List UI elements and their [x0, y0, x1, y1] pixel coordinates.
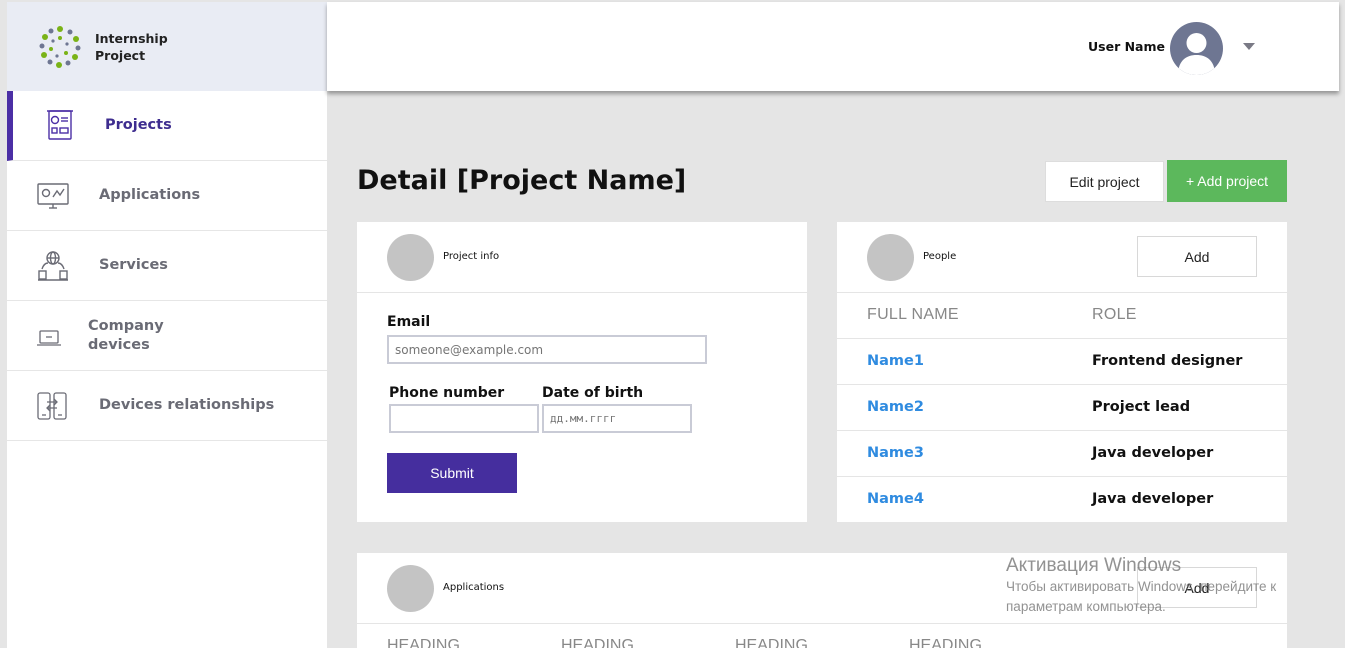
table-row: Name2 Project lead	[837, 384, 1287, 430]
sidebar-item-devices-relationships[interactable]: Devices relationships	[7, 371, 327, 441]
applications-card: Applications Add HEADING HEADING HEADING…	[357, 553, 1287, 648]
project-info-card: Project info Email Phone number Date of …	[357, 222, 807, 522]
app-logo-text: Internship Project	[95, 30, 168, 64]
sidebar: Internship Project Projects Applications	[7, 2, 327, 648]
sidebar-item-label: Services	[99, 257, 168, 273]
sidebar-item-label: Company devices	[88, 318, 164, 353]
sidebar-item-applications[interactable]: Applications	[7, 161, 327, 231]
chevron-down-icon[interactable]	[1243, 43, 1255, 50]
card-header: Project info	[357, 222, 807, 293]
page-title: Detail [Project Name]	[357, 165, 687, 196]
card-avatar	[387, 565, 434, 612]
column-header-full-name[interactable]: FULL NAME	[867, 306, 959, 324]
company-devices-laptop-icon	[37, 330, 61, 346]
card-header: People Add	[837, 222, 1287, 293]
add-person-button[interactable]: Add	[1137, 236, 1257, 277]
avatar[interactable]	[1170, 22, 1223, 75]
person-role: Frontend designer	[1092, 353, 1243, 369]
people-card: People Add FULL NAME ROLE Name1 Frontend…	[837, 222, 1287, 522]
logo-line-2: Project	[95, 48, 146, 63]
dob-label: Date of birth	[542, 385, 644, 401]
sidebar-item-company-devices[interactable]: Company devices	[7, 301, 327, 371]
column-header[interactable]: HEADING	[909, 637, 982, 648]
card-title: Project info	[443, 251, 500, 262]
person-role: Java developer	[1092, 491, 1214, 507]
logo-area[interactable]: Internship Project	[7, 2, 327, 91]
phone-label: Phone number	[389, 385, 505, 401]
card-title: Applications	[443, 582, 505, 593]
sidebar-item-label: Applications	[99, 187, 201, 203]
person-role: Java developer	[1092, 445, 1214, 461]
add-application-button[interactable]: Add	[1137, 567, 1257, 608]
table-row: Name1 Frontend designer	[837, 338, 1287, 384]
devices-relationships-icon	[37, 392, 67, 420]
user-name[interactable]: User Name	[1088, 39, 1165, 54]
date-of-birth-field[interactable]	[542, 404, 692, 433]
add-project-button[interactable]: + Add project	[1167, 160, 1287, 202]
sidebar-item-projects[interactable]: Projects	[7, 91, 327, 161]
column-header[interactable]: HEADING	[387, 637, 460, 648]
card-avatar	[867, 234, 914, 281]
table-row: Name3 Java developer	[837, 430, 1287, 476]
card-avatar	[387, 234, 434, 281]
applications-monitor-icon	[37, 183, 69, 209]
projects-board-icon	[47, 110, 73, 140]
edit-project-button[interactable]: Edit project	[1045, 161, 1164, 202]
sidebar-item-services[interactable]: Services	[7, 231, 327, 301]
services-globe-icon	[38, 251, 68, 281]
person-name-link[interactable]: Name1	[867, 353, 924, 369]
user-avatar-icon	[1178, 33, 1215, 75]
card-title: People	[923, 251, 957, 262]
column-header[interactable]: HEADING	[735, 637, 808, 648]
email-label: Email	[387, 314, 431, 330]
person-role: Project lead	[1092, 399, 1191, 415]
sidebar-item-label: Projects	[105, 117, 172, 133]
person-name-link[interactable]: Name3	[867, 445, 924, 461]
person-name-link[interactable]: Name4	[867, 491, 924, 507]
submit-button[interactable]: Submit	[387, 453, 517, 493]
logo-icon	[39, 26, 81, 68]
person-name-link[interactable]: Name2	[867, 399, 924, 415]
column-header-role[interactable]: ROLE	[1092, 306, 1137, 324]
card-header: Applications Add	[357, 553, 1287, 624]
phone-field[interactable]	[389, 404, 539, 433]
table-row: Name4 Java developer	[837, 476, 1287, 522]
email-field[interactable]	[387, 335, 707, 364]
column-header[interactable]: HEADING	[561, 637, 634, 648]
top-bar: User Name	[327, 2, 1339, 91]
logo-line-1: Internship	[95, 31, 168, 46]
sidebar-item-label: Devices relationships	[99, 397, 275, 413]
